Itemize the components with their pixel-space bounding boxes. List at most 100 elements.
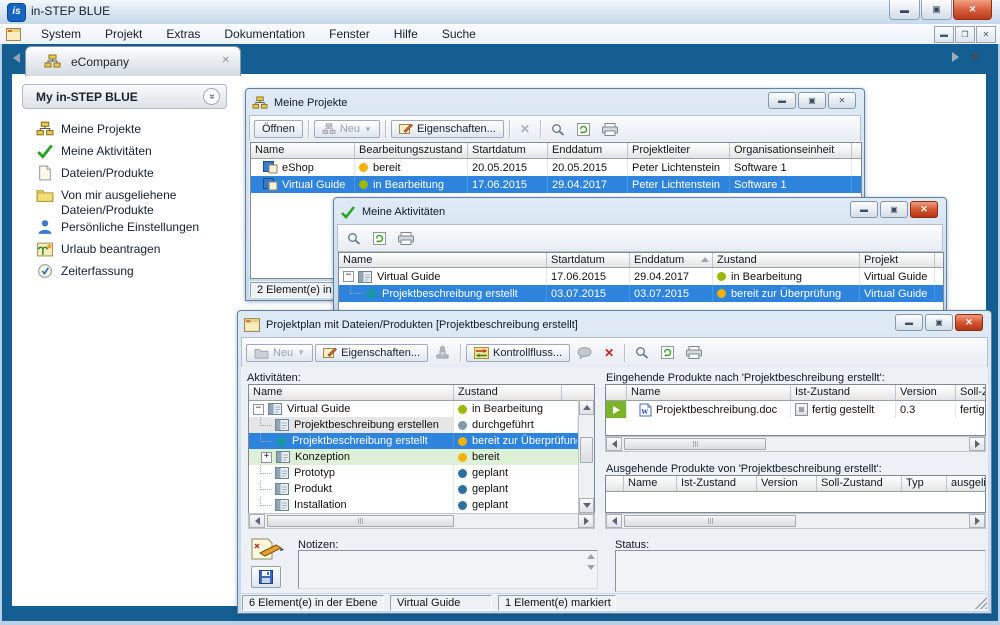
- column-header[interactable]: Ist-Zustand: [791, 385, 896, 400]
- tree-row[interactable]: Prototyp geplant: [249, 465, 594, 481]
- tree-row[interactable]: Installation geplant: [249, 497, 594, 513]
- column-header[interactable]: Projektleiter: [628, 143, 730, 158]
- maximize-button[interactable]: ▣: [798, 92, 826, 109]
- tree-row[interactable]: Produkt geplant: [249, 481, 594, 497]
- search-icon[interactable]: [342, 229, 366, 248]
- sidebar-item-meine-projekte[interactable]: Meine Projekte: [36, 120, 226, 142]
- column-header[interactable]: Bearbeitungszustand: [355, 143, 468, 158]
- sidebar-item-persoenliche-einstellungen[interactable]: Persönliche Einstellungen: [36, 218, 226, 240]
- maximize-button[interactable]: ▣: [921, 0, 952, 20]
- sidebar-header[interactable]: My in-STEP BLUE »: [22, 84, 227, 109]
- search-icon[interactable]: [630, 343, 654, 362]
- column-header[interactable]: Organisationseinheit: [730, 143, 852, 158]
- horizontal-scrollbar[interactable]: [605, 436, 986, 452]
- search-icon[interactable]: [546, 120, 570, 139]
- open-button[interactable]: Öffnen: [254, 120, 303, 138]
- horizontal-scrollbar[interactable]: [605, 513, 986, 529]
- window-titlebar[interactable]: Projektplan mit Dateien/Produkten [Proje…: [241, 314, 988, 335]
- collapse-expander-icon[interactable]: −: [343, 271, 354, 282]
- mdi-minimize-button[interactable]: ▬: [934, 26, 954, 43]
- tab-scroll-right-icon[interactable]: [952, 52, 959, 62]
- tab-scroll-left-icon[interactable]: [13, 53, 20, 63]
- menu-suche[interactable]: Suche: [430, 25, 488, 43]
- controlflow-button[interactable]: Kontrollfluss...: [466, 344, 570, 362]
- column-header[interactable]: Version: [896, 385, 956, 400]
- table-row[interactable]: − Virtual Guide 17.06.2015 29.04.2017 in…: [339, 268, 943, 285]
- table-row-selected[interactable]: Projektbeschreibung erstellt 03.07.2015 …: [339, 285, 943, 302]
- column-header[interactable]: Enddatum: [548, 143, 628, 158]
- tree-row[interactable]: Projektbeschreibung erstellen durchgefüh…: [249, 417, 594, 433]
- menu-system[interactable]: System: [29, 25, 93, 43]
- mdi-close-button[interactable]: ✕: [976, 26, 996, 43]
- column-header[interactable]: Projekt: [860, 253, 935, 267]
- minimize-button[interactable]: ▬: [850, 201, 878, 218]
- collapse-chevron-icon[interactable]: »: [203, 88, 220, 105]
- column-header[interactable]: Soll-Zustand: [817, 476, 902, 491]
- print-icon[interactable]: [597, 120, 623, 139]
- column-header[interactable]: Enddatum: [630, 253, 713, 267]
- maximize-button[interactable]: ▣: [880, 201, 908, 218]
- column-header[interactable]: Zustand: [454, 385, 562, 400]
- tab-list-dropdown-icon[interactable]: [970, 54, 980, 61]
- close-button[interactable]: ✕: [953, 0, 992, 20]
- notes-textarea[interactable]: [298, 550, 598, 589]
- tab-ecompany[interactable]: eCompany ✕: [25, 46, 241, 76]
- tree-row[interactable]: − Virtual Guide in Bearbeitung: [249, 401, 594, 417]
- column-header[interactable]: Name: [339, 253, 547, 267]
- save-notes-button[interactable]: [251, 566, 281, 588]
- stamp-icon[interactable]: [430, 343, 455, 362]
- refresh-icon[interactable]: [572, 120, 595, 139]
- horizontal-scrollbar[interactable]: [248, 513, 595, 529]
- table-row[interactable]: W Projektbeschreibung.doc fertig gestell…: [606, 401, 985, 418]
- sidebar-item-urlaub-beantragen[interactable]: Urlaub beantragen: [36, 240, 226, 262]
- minimize-button[interactable]: ▬: [889, 0, 920, 20]
- tree-row-selected[interactable]: Projektbeschreibung erstellt bereit zur …: [249, 433, 594, 449]
- print-icon[interactable]: [681, 343, 707, 362]
- new-button[interactable]: Neu▼: [246, 344, 313, 362]
- properties-button[interactable]: Eigenschaften...: [391, 120, 504, 138]
- close-button[interactable]: ✕: [910, 201, 938, 218]
- column-header[interactable]: Ist-Zustand: [677, 476, 757, 491]
- delete-icon[interactable]: ✕: [515, 120, 535, 138]
- sidebar-item-dateien-produkte[interactable]: Dateien/Produkte: [36, 164, 226, 186]
- refresh-icon[interactable]: [656, 343, 679, 362]
- maximize-button[interactable]: ▣: [925, 314, 953, 331]
- properties-button[interactable]: Eigenschaften...: [315, 344, 428, 362]
- mdi-restore-button[interactable]: ❐: [955, 26, 975, 43]
- sidebar-item-ausgeliehene[interactable]: Von mir ausgeliehene Dateien/Produkte: [36, 186, 226, 218]
- table-row[interactable]: eShop bereit 20.05.2015 20.05.2015 Peter…: [251, 159, 861, 176]
- expand-expander-icon[interactable]: +: [261, 452, 272, 463]
- tree-row[interactable]: + Konzeption bereit: [249, 449, 594, 465]
- print-icon[interactable]: [393, 229, 419, 248]
- menu-extras[interactable]: Extras: [154, 25, 212, 43]
- column-header[interactable]: Zustand: [713, 253, 860, 267]
- comment-icon[interactable]: [572, 344, 597, 362]
- close-button[interactable]: ✕: [828, 92, 856, 109]
- state-button-icon[interactable]: [795, 403, 808, 416]
- column-header[interactable]: Name: [624, 476, 677, 491]
- column-header[interactable]: Startdatum: [468, 143, 548, 158]
- status-textarea[interactable]: [615, 550, 986, 592]
- column-header[interactable]: Version: [757, 476, 817, 491]
- column-header[interactable]: Soll-Zustand: [956, 385, 986, 400]
- resize-grip[interactable]: [975, 597, 987, 609]
- column-header[interactable]: Name: [627, 385, 791, 400]
- minimize-button[interactable]: ▬: [895, 314, 923, 331]
- new-button[interactable]: Neu▼: [314, 120, 380, 138]
- scroll-arrows-icon[interactable]: [587, 554, 595, 570]
- close-button[interactable]: ✕: [955, 314, 983, 331]
- menu-dokumentation[interactable]: Dokumentation: [212, 25, 317, 43]
- vertical-scrollbar[interactable]: [578, 400, 594, 513]
- minimize-button[interactable]: ▬: [768, 92, 796, 109]
- sidebar-item-meine-aktivitaeten[interactable]: Meine Aktivitäten: [36, 142, 226, 164]
- menu-fenster[interactable]: Fenster: [317, 25, 382, 43]
- delete-icon[interactable]: ✕: [599, 344, 619, 362]
- column-header[interactable]: Startdatum: [547, 253, 630, 267]
- menu-hilfe[interactable]: Hilfe: [382, 25, 430, 43]
- tab-close-icon[interactable]: ✕: [222, 55, 230, 66]
- menu-projekt[interactable]: Projekt: [93, 25, 154, 43]
- collapse-expander-icon[interactable]: −: [253, 404, 264, 415]
- column-header[interactable]: Name: [249, 385, 454, 400]
- refresh-icon[interactable]: [368, 229, 391, 248]
- sidebar-item-zeiterfassung[interactable]: Zeiterfassung: [36, 262, 226, 284]
